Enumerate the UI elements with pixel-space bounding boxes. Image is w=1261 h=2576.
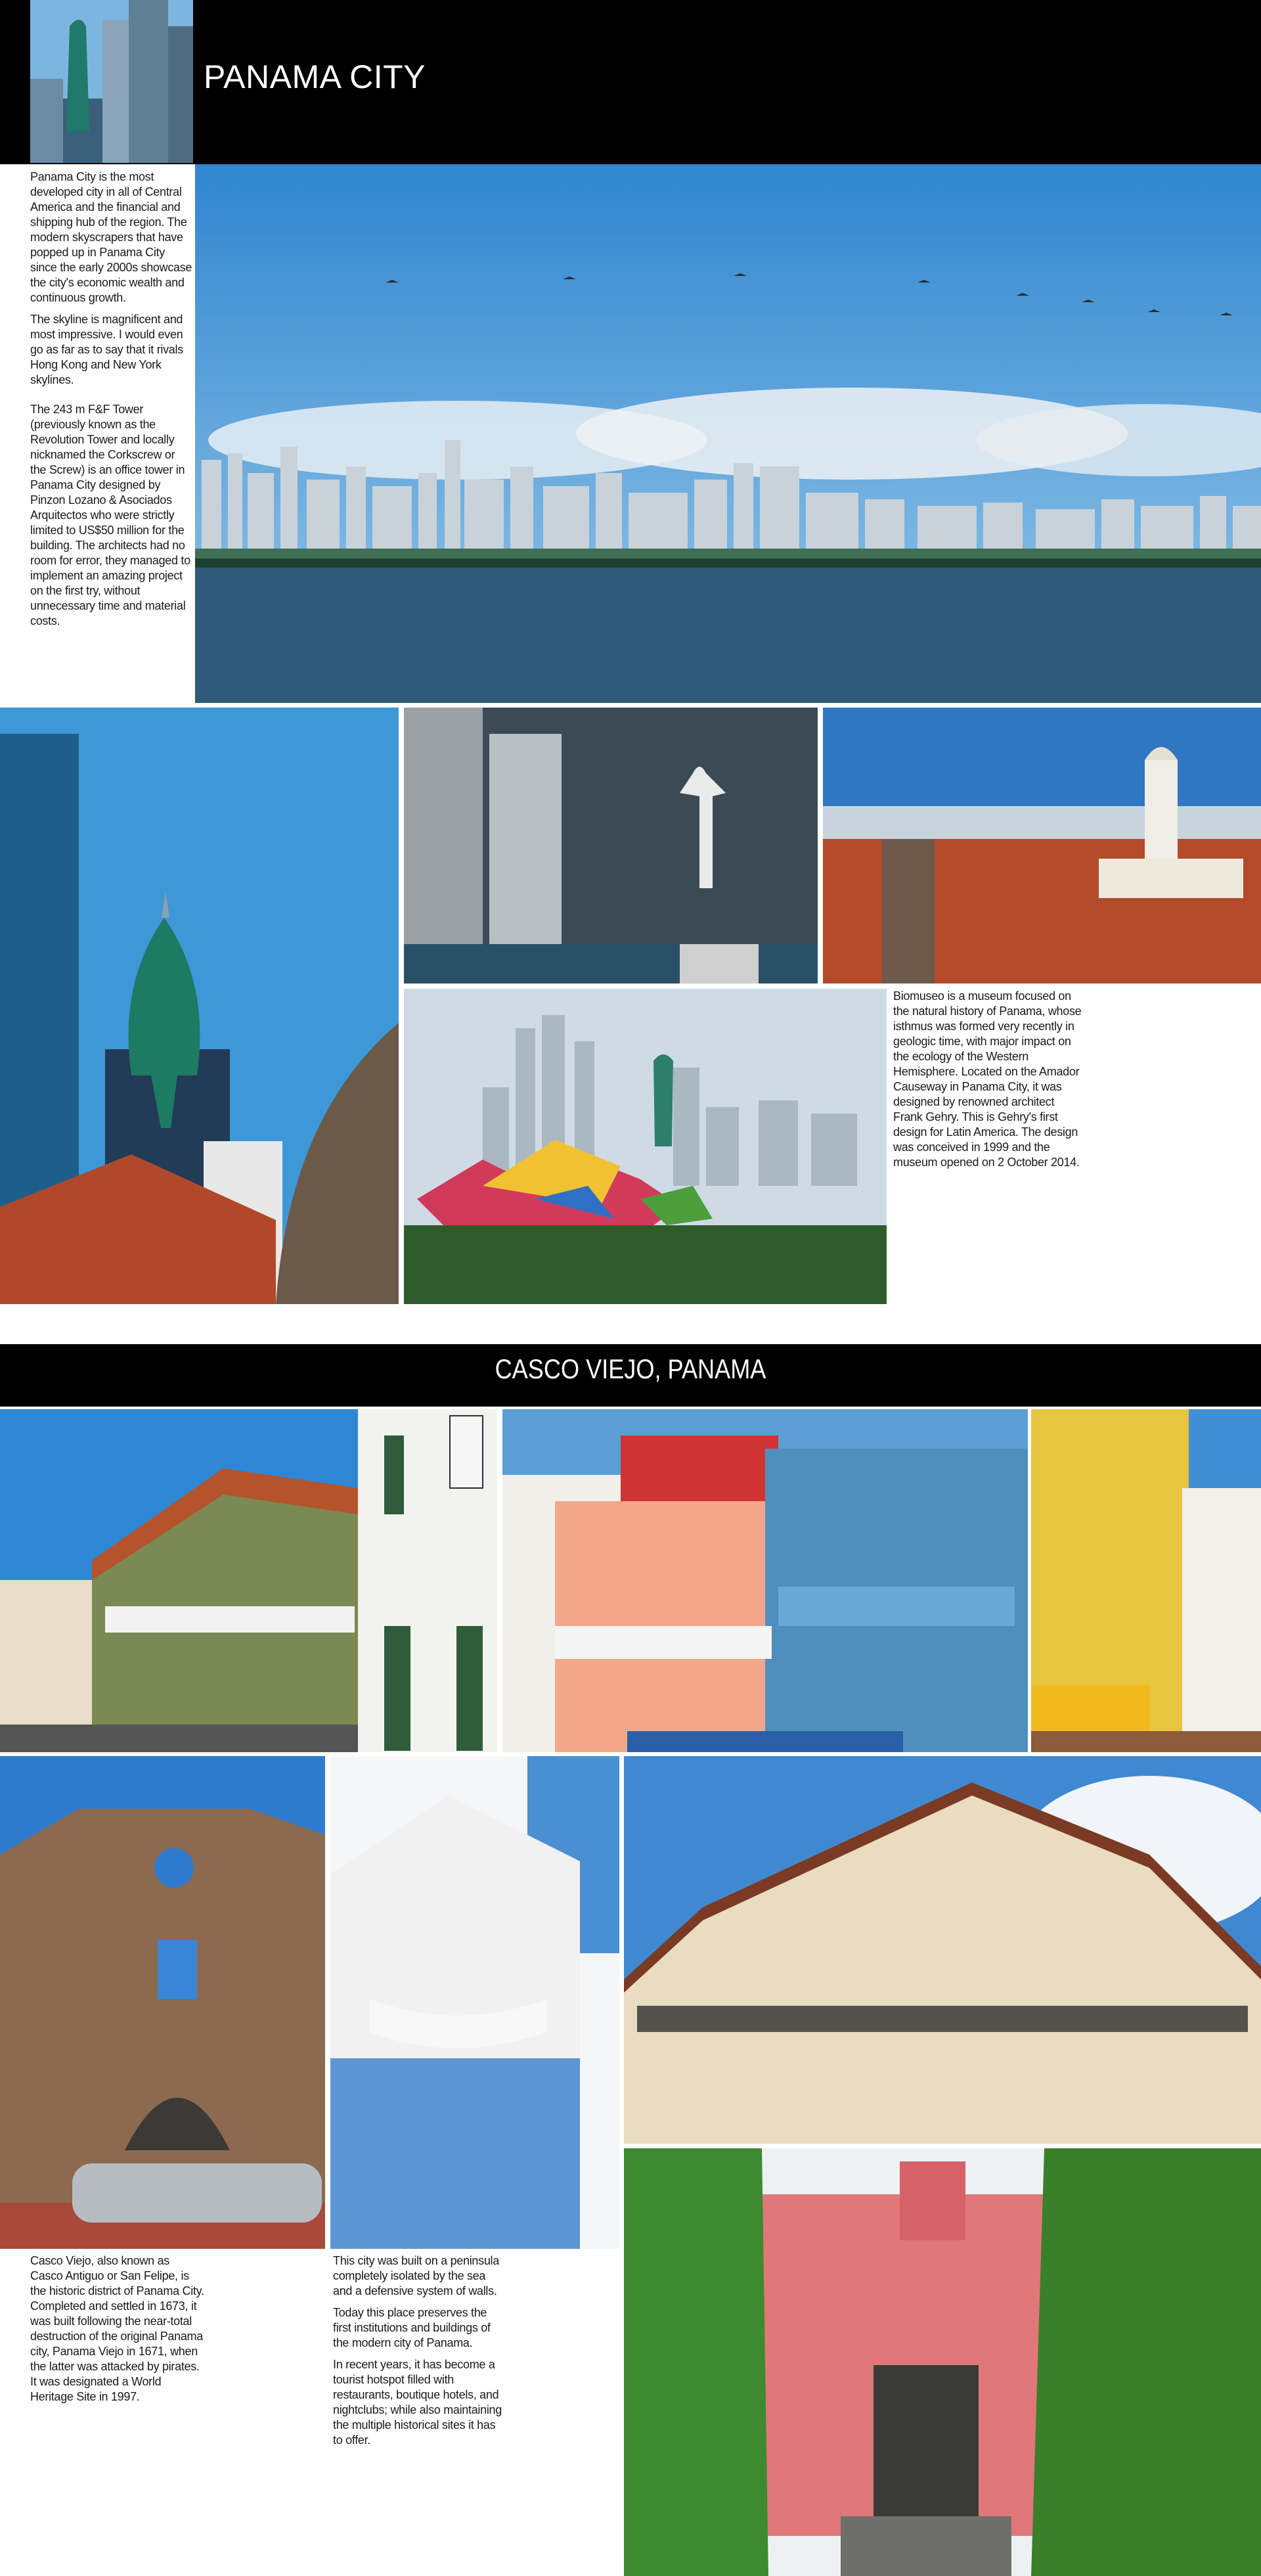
page-title: PANAMA CITY [204,58,426,95]
peninsula-paragraph-1: This city was built on a peninsula compl… [333,2254,499,2297]
skyline-panorama-photo [195,164,1261,703]
header-skyline-photo [30,0,193,163]
peninsula-paragraph-2: Today this place preserves the first ins… [333,2306,491,2349]
balcony-building-photo [624,1756,1261,2144]
christ-statue-photo [404,708,818,983]
intro-paragraph-2: The skyline is magnificent and most impr… [30,313,183,386]
tower-paragraph: The 243 m F&F Tower (previously known as… [30,403,190,627]
section-title: CASCO VIEJO, PANAMA [495,1353,766,1384]
colonial-street-photo [0,1409,358,1752]
peninsula-paragraph-3: In recent years, it has become a tourist… [333,2358,502,2447]
yellow-building-photo [1031,1409,1261,1752]
church-tower-photo [823,708,1261,983]
church-ruins-photo [0,1756,325,2249]
white-building-photo [358,1409,497,1752]
peninsula-text-column: This city was built on a peninsula compl… [333,2253,507,2454]
biomuseo-text: Biomuseo is a museum focused on the natu… [893,989,1082,1169]
fnf-tower-photo [0,708,399,1304]
blue-corner-building-photo [330,1756,619,2249]
casco-viejo-text: Casco Viejo, also known as Casco Antiguo… [30,2254,204,2403]
colorful-balconies-photo [502,1409,1028,1752]
biomuseo-photo [404,989,887,1304]
statue-plaza-photo [624,2148,1261,2576]
intro-text-column: Panama City is the most developed city i… [30,169,193,635]
intro-paragraph-1: Panama City is the most developed city i… [30,170,192,304]
